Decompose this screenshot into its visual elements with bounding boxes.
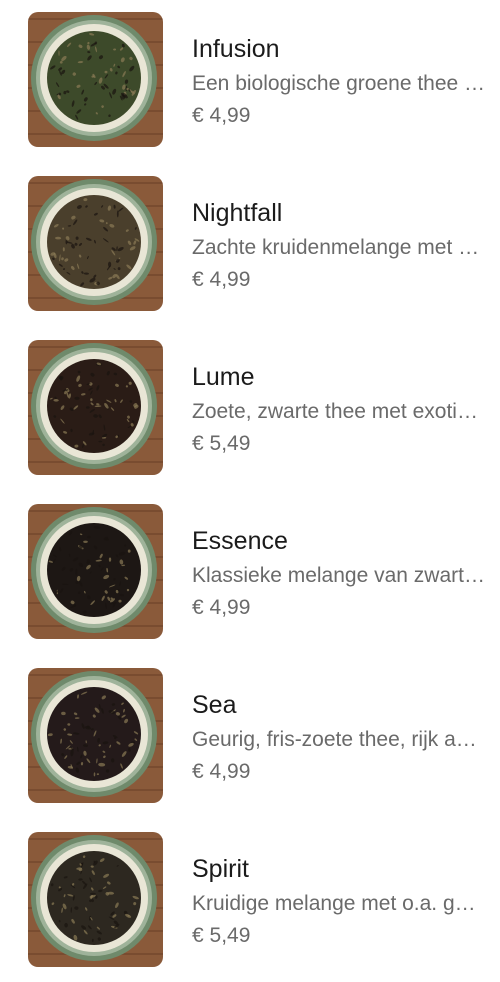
product-description: Een biologische groene thee met een fijn… <box>192 72 487 95</box>
product-description: Zachte kruidenmelange met bloesem <box>192 236 487 259</box>
product-price: € 4,99 <box>192 760 251 783</box>
tea-bowl-photo <box>28 12 163 147</box>
product-price: € 5,49 <box>192 924 251 947</box>
product-list: Infusion Een biologische groene thee met … <box>0 0 500 982</box>
product-description: Klassieke melange van zwarte thee <box>192 564 487 587</box>
product-name: Lume <box>192 363 255 391</box>
product-description: Zoete, zwarte thee met exotische vruchte… <box>192 400 487 423</box>
product-list-item[interactable]: Infusion Een biologische groene thee met … <box>0 0 500 147</box>
product-image[interactable] <box>28 12 163 147</box>
product-image[interactable] <box>28 340 163 475</box>
product-name: Spirit <box>192 855 249 883</box>
product-price: € 4,99 <box>192 104 251 127</box>
tea-bowl-photo <box>28 668 163 803</box>
product-description: Kruidige melange met o.a. gember <box>192 892 487 915</box>
tea-bowl-photo <box>28 832 163 967</box>
tea-bowl-photo <box>28 340 163 475</box>
product-price: € 4,99 <box>192 596 251 619</box>
product-list-item[interactable]: Spirit Kruidige melange met o.a. gember € … <box>0 820 500 967</box>
product-name: Nightfall <box>192 199 283 227</box>
product-name: Sea <box>192 691 237 719</box>
product-image[interactable] <box>28 504 163 639</box>
product-price: € 4,99 <box>192 268 251 291</box>
product-image[interactable] <box>28 832 163 967</box>
product-image[interactable] <box>28 176 163 311</box>
product-name: Infusion <box>192 35 280 63</box>
product-list-item[interactable]: Essence Klassieke melange van zwarte thee… <box>0 492 500 639</box>
product-list-item[interactable]: Lume Zoete, zwarte thee met exotische vru… <box>0 328 500 475</box>
product-description: Geurig, fris-zoete thee, rijk aan bloeme… <box>192 728 487 751</box>
product-list-item[interactable]: Nightfall Zachte kruidenmelange met bloes… <box>0 164 500 311</box>
product-name: Essence <box>192 527 288 555</box>
product-image[interactable] <box>28 668 163 803</box>
tea-bowl-photo <box>28 176 163 311</box>
product-list-item[interactable]: Sea Geurig, fris-zoete thee, rijk aan blo… <box>0 656 500 803</box>
tea-bowl-photo <box>28 504 163 639</box>
product-price: € 5,49 <box>192 432 251 455</box>
